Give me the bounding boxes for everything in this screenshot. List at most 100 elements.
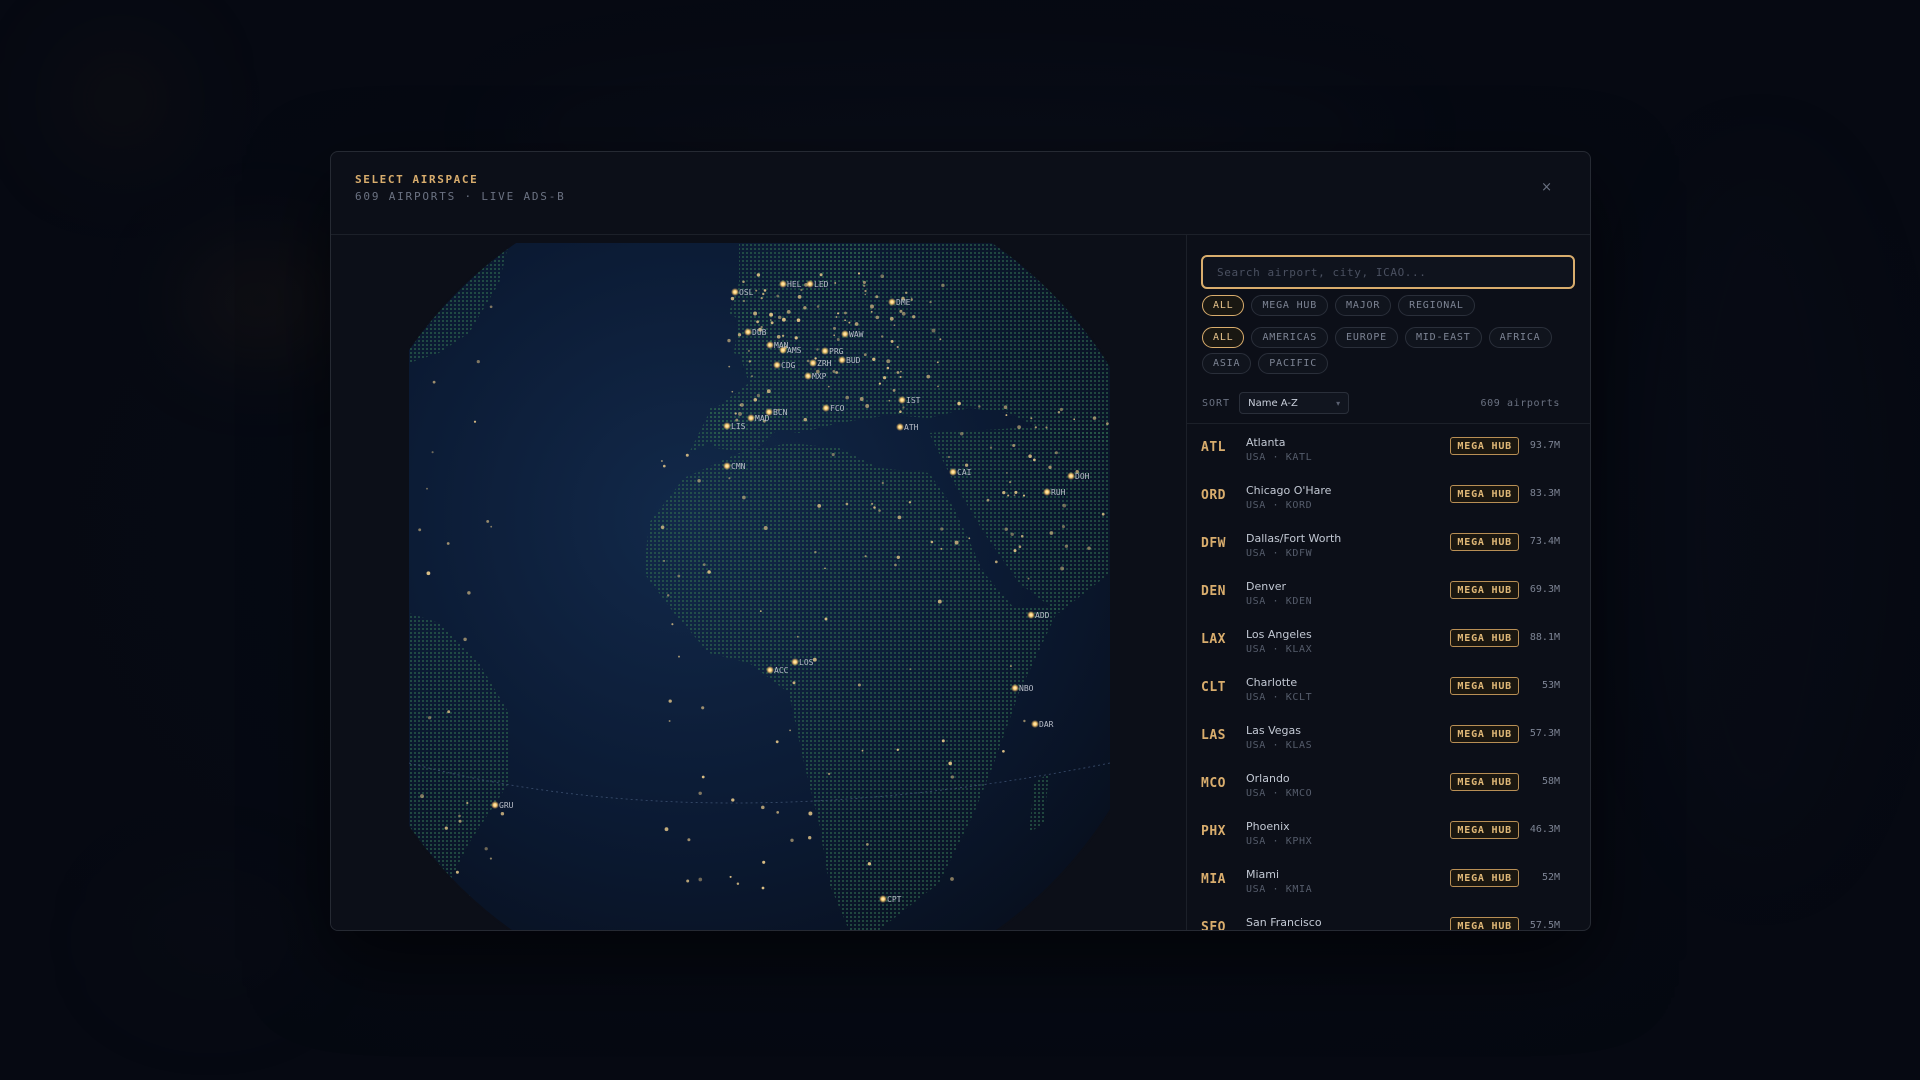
airport-dot xyxy=(893,324,896,327)
airport-dot xyxy=(808,811,813,816)
airport-passengers: 57.5M xyxy=(1529,920,1560,930)
airport-dot xyxy=(873,506,876,509)
airport-row[interactable]: LAX Los Angeles USA · KLAX MEGA HUB 88.1M xyxy=(1187,621,1590,669)
airport-dot xyxy=(1012,443,1016,448)
chevron-down-icon: ▾ xyxy=(1336,398,1341,408)
airport-dot xyxy=(776,334,781,339)
search-input[interactable] xyxy=(1203,257,1573,287)
airport-hub-glow xyxy=(1011,684,1019,692)
airport-dot xyxy=(844,319,846,322)
airport-dot xyxy=(886,359,891,364)
airport-hub-glow xyxy=(747,414,755,422)
airport-dot xyxy=(1023,719,1026,723)
airport-hub-glow xyxy=(806,280,814,288)
airport-row[interactable]: MCO Orlando USA · KMCO MEGA HUB 58M xyxy=(1187,765,1590,813)
map-label-dme: DME xyxy=(896,298,911,307)
type-chip-major[interactable]: MAJOR xyxy=(1335,295,1392,316)
airport-dot xyxy=(742,495,746,500)
airport-dot xyxy=(986,498,990,502)
airport-city: Las Vegas xyxy=(1246,724,1301,737)
airport-dot xyxy=(941,283,945,288)
airport-row[interactable]: ATL Atlanta USA · KATL MEGA HUB 93.7M xyxy=(1187,429,1590,477)
airport-type-badge: MEGA HUB xyxy=(1450,533,1519,551)
airport-row[interactable]: DFW Dallas/Fort Worth USA · KDFW MEGA HUB 73… xyxy=(1187,525,1590,573)
airport-list[interactable]: ATL Atlanta USA · KATL MEGA HUB 93.7M ORD Chic… xyxy=(1187,423,1590,930)
airport-row[interactable]: MIA Miami USA · KMIA MEGA HUB 52M xyxy=(1187,861,1590,909)
type-chip-mega-hub[interactable]: MEGA HUB xyxy=(1251,295,1329,316)
airport-dot xyxy=(796,318,801,322)
airport-row[interactable]: DEN Denver USA · KDEN MEGA HUB 69.3M xyxy=(1187,573,1590,621)
globe-map[interactable]: OSL HEL LED DME DUB AMS WAW PRG BUD MAN CDG ZRH MXP F… xyxy=(409,243,1110,930)
region-chip-americas[interactable]: AMERICAS xyxy=(1251,327,1329,348)
airport-dot xyxy=(1060,566,1065,571)
region-chip-mid-east[interactable]: MID-EAST xyxy=(1404,327,1482,348)
airport-dot xyxy=(1030,417,1033,420)
airport-dot xyxy=(950,775,955,779)
map-label-man: MAN xyxy=(774,341,789,350)
airport-dot xyxy=(761,805,765,810)
airport-row[interactable]: ORD Chicago O'Hare USA · KORD MEGA HUB 83.3M xyxy=(1187,477,1590,525)
airport-dot xyxy=(458,814,461,818)
globe-svg[interactable]: OSL HEL LED DME DUB AMS WAW PRGBUD MAN CDG ZRH MXP F… xyxy=(409,243,1110,930)
type-chip-regional[interactable]: REGIONAL xyxy=(1398,295,1475,316)
airport-dot xyxy=(936,361,939,364)
sort-select[interactable]: Name A-Z ▾ xyxy=(1239,392,1350,414)
airport-dot xyxy=(824,617,828,621)
airport-row[interactable]: LAS Las Vegas USA · KLAS MEGA HUB 57.3M xyxy=(1187,717,1590,765)
modal-subtitle: 609 AIRPORTS · LIVE ADS-B xyxy=(355,190,566,203)
airport-row[interactable]: PHX Phoenix USA · KPHX MEGA HUB 46.3M xyxy=(1187,813,1590,861)
airport-dot xyxy=(702,563,706,566)
airport-row[interactable]: CLT Charlotte USA · KCLT MEGA HUB 53M xyxy=(1187,669,1590,717)
airport-dot xyxy=(763,526,768,530)
airport-dot xyxy=(770,321,774,325)
airport-dot xyxy=(500,812,505,816)
airport-dot xyxy=(832,369,836,373)
airport-passengers: 53M xyxy=(1541,680,1560,691)
airport-dot xyxy=(835,371,839,374)
region-chip-pacific[interactable]: PACIFIC xyxy=(1258,353,1329,374)
airport-dot xyxy=(792,681,796,685)
close-button[interactable]: × xyxy=(1541,180,1552,195)
search-box[interactable] xyxy=(1201,255,1575,289)
airport-row[interactable]: SFOSan FranciscoUSA · KSFOMEGA HUB57.5M xyxy=(1187,909,1590,930)
airport-hub-glow xyxy=(1067,472,1075,480)
airport-dot xyxy=(931,328,936,333)
airport-dot xyxy=(446,542,450,545)
airport-dot xyxy=(731,798,735,802)
airport-dot xyxy=(698,877,703,882)
airport-dot xyxy=(889,316,894,321)
airport-dot xyxy=(790,838,794,842)
airport-dot xyxy=(968,537,971,540)
airport-hub-glow xyxy=(822,404,830,412)
airport-hub-glow xyxy=(1027,611,1035,619)
region-chip-all[interactable]: ALL xyxy=(1202,327,1245,348)
airport-dot xyxy=(872,357,876,361)
region-chip-africa[interactable]: AFRICA xyxy=(1488,327,1552,348)
airport-dot xyxy=(845,395,850,400)
map-label-ams: AMS xyxy=(787,346,802,355)
airport-hub-glow xyxy=(809,359,817,367)
airport-dot xyxy=(1106,422,1109,425)
airport-dot xyxy=(959,431,964,436)
region-filter-chips: ALL AMERICAS EUROPE MID-EAST AFRICA ASIA PACIF… xyxy=(1202,327,1582,374)
airport-dot xyxy=(458,819,462,823)
map-label-cpt: CPT xyxy=(887,895,902,904)
airport-dot xyxy=(1062,503,1067,508)
airport-dot xyxy=(1101,512,1105,516)
airport-dot xyxy=(863,353,867,357)
airport-dot xyxy=(748,360,751,363)
type-chip-all[interactable]: ALL xyxy=(1202,295,1245,316)
region-chip-europe[interactable]: EUROPE xyxy=(1335,327,1398,348)
airport-dot xyxy=(878,382,882,385)
airport-dot xyxy=(677,574,681,578)
airport-dot xyxy=(880,335,884,338)
map-label-mad: MAD xyxy=(755,414,770,423)
airport-passengers: 46.3M xyxy=(1529,824,1560,835)
airport-dot xyxy=(896,555,901,560)
airport-dot xyxy=(426,487,428,490)
airport-hub-glow xyxy=(879,895,887,903)
airport-hub-glow xyxy=(949,468,957,476)
region-chip-asia[interactable]: ASIA xyxy=(1202,353,1252,374)
airport-dot xyxy=(1018,545,1022,548)
airport-dot xyxy=(420,794,424,799)
